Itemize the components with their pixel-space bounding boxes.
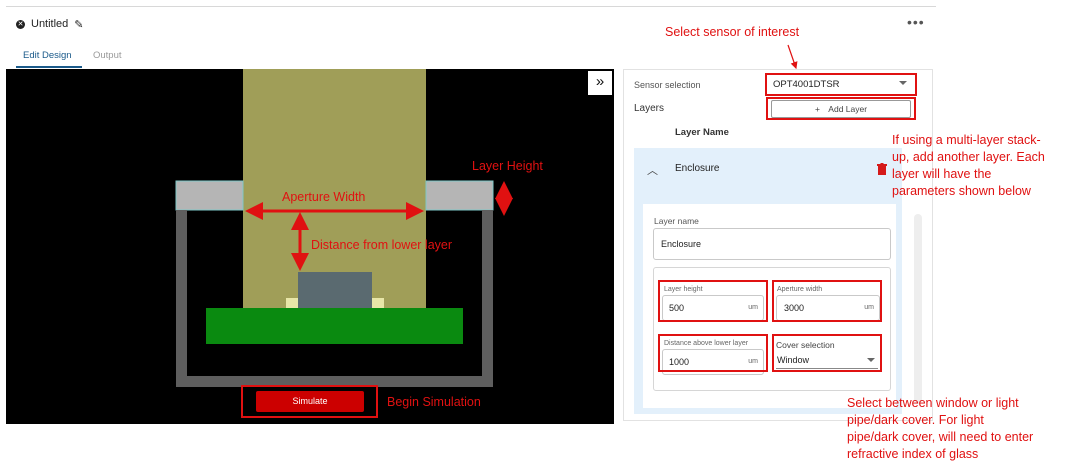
layer-row[interactable]	[634, 148, 902, 200]
scrollbar-track[interactable]	[914, 214, 922, 404]
aperture-width-label: Aperture Width	[282, 190, 366, 204]
cover-annotation: Select between window or light pipe/dark…	[847, 395, 1033, 463]
distance-label: Distance from lower layer	[311, 238, 453, 252]
layer-name-input[interactable]: Enclosure	[653, 228, 891, 260]
annotation-line: layer will have the	[892, 167, 992, 181]
aperture-width-highlight-box	[772, 280, 882, 322]
sensor-highlight-box	[765, 73, 917, 96]
annotation-line: up, add another layer. Each	[892, 150, 1045, 164]
layers-label: Layers	[634, 103, 665, 114]
annotation-line: parameters shown below	[892, 184, 1031, 198]
select-sensor-arrow	[787, 44, 798, 70]
layer-row-name: Enclosure	[675, 163, 720, 174]
begin-simulation-label: Begin Simulation	[387, 395, 481, 409]
chevron-up-icon[interactable]: ︿	[647, 162, 658, 178]
annotation-line: pipe/dark cover, will need to enter	[847, 430, 1034, 444]
delete-icon[interactable]	[877, 162, 887, 175]
layer-name-field-label: Layer name	[654, 216, 699, 226]
simulate-button[interactable]: Simulate	[256, 391, 364, 412]
annotation-line: Select between window or light	[847, 396, 1019, 410]
layer-height-label: Layer Height	[472, 159, 543, 173]
cover-highlight-box	[772, 334, 882, 372]
layer-name-value: Enclosure	[661, 239, 702, 249]
select-sensor-annotation: Select sensor of interest	[665, 25, 800, 39]
sensor-selection-label: Sensor selection	[634, 80, 701, 90]
distance-highlight-box	[658, 334, 768, 372]
layer-name-header: Layer Name	[675, 127, 729, 138]
add-layer-highlight-box	[766, 97, 916, 120]
multi-layer-annotation: If using a multi-layer stack- up, add an…	[892, 132, 1045, 200]
annotation-line: refractive index of glass	[847, 447, 979, 461]
annotation-line: pipe/dark cover. For light	[847, 413, 984, 427]
layer-height-highlight-box	[658, 280, 768, 322]
annotation-line: If using a multi-layer stack-	[892, 133, 1041, 147]
